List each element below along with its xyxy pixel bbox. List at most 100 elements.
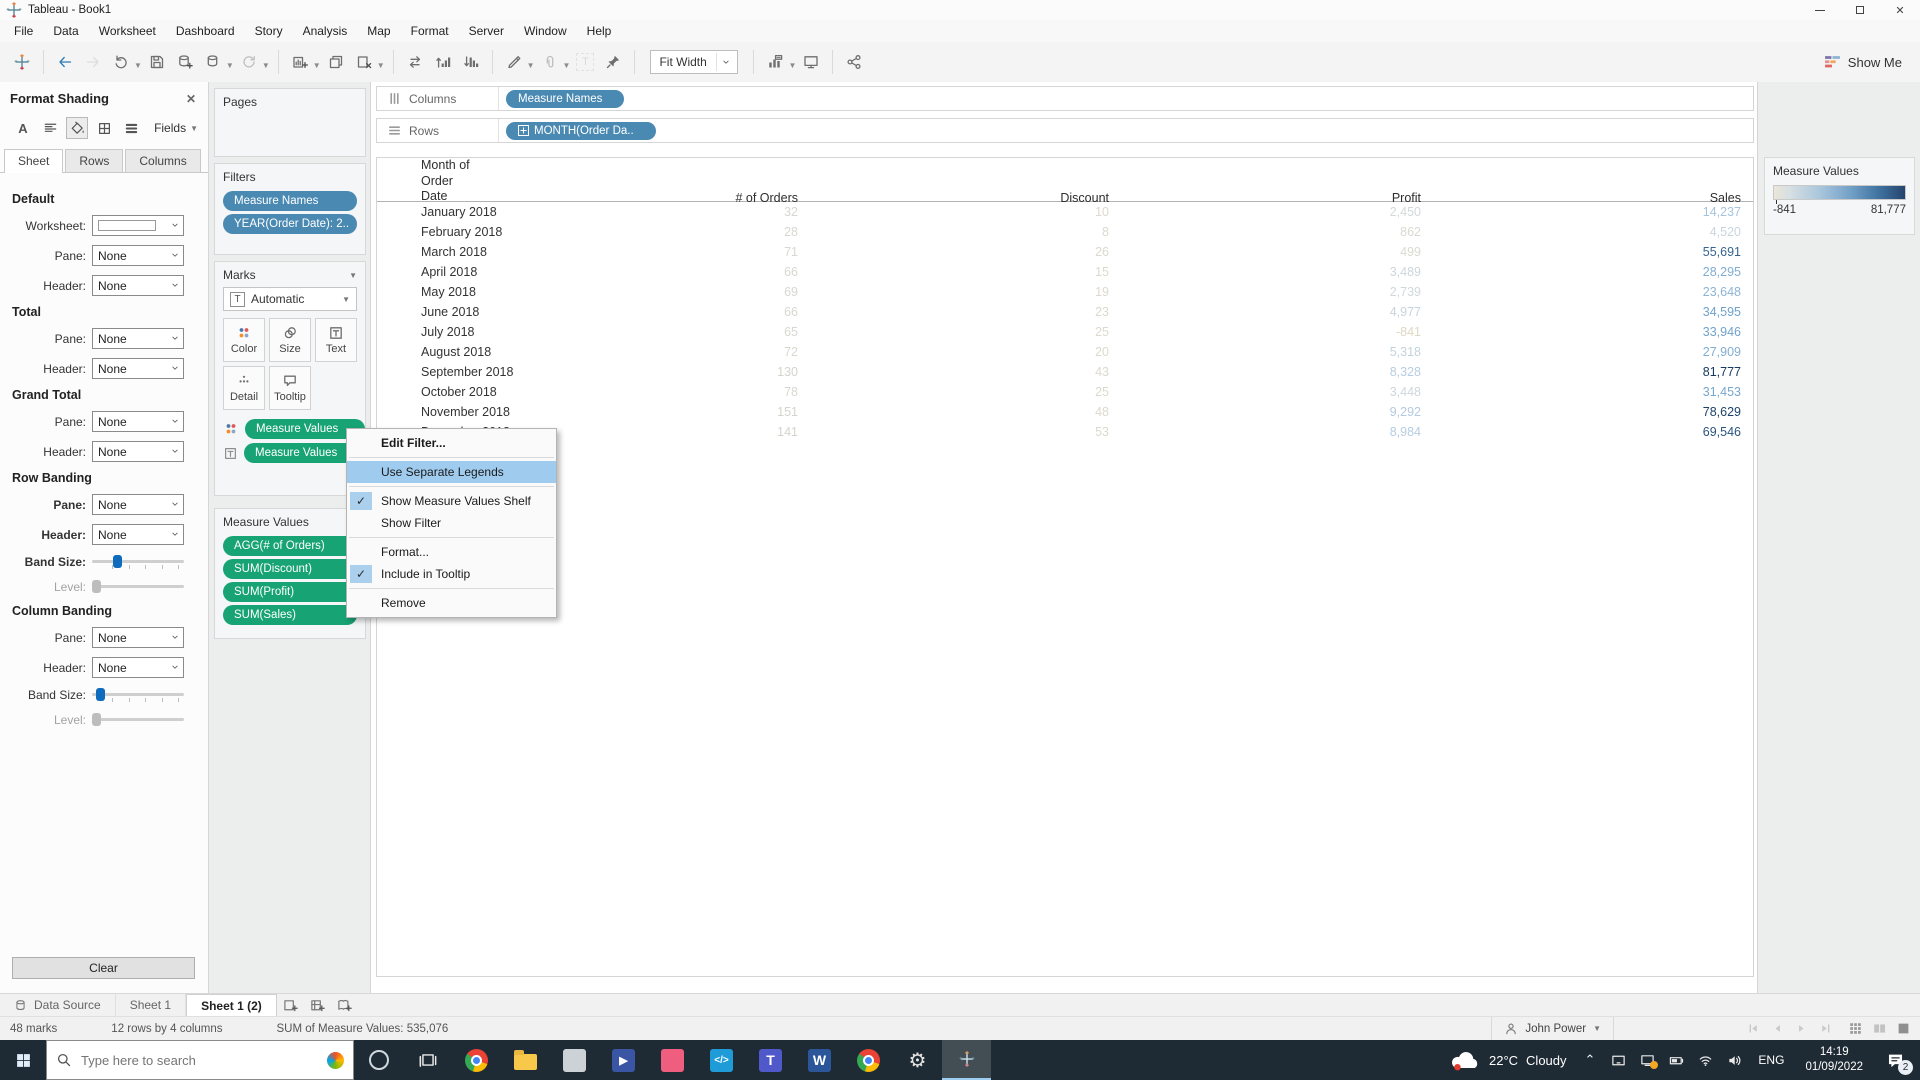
- table-cell[interactable]: 32: [667, 202, 798, 222]
- table-cell[interactable]: 78,629: [1421, 402, 1741, 422]
- table-cell[interactable]: 72: [667, 342, 798, 362]
- format-select[interactable]: None: [92, 411, 184, 432]
- user-menu[interactable]: John Power ▼: [1491, 1017, 1614, 1040]
- taskbar-app-tableau[interactable]: [942, 1040, 991, 1080]
- battery-icon[interactable]: [1667, 1051, 1685, 1069]
- sheet-tab-sheet-1-2-[interactable]: Sheet 1 (2): [186, 994, 277, 1016]
- table-cell[interactable]: 26: [798, 242, 1109, 262]
- table-cell[interactable]: 71: [667, 242, 798, 262]
- nav-first-button[interactable]: [1744, 1021, 1762, 1037]
- format-tab-rows[interactable]: Rows: [65, 149, 124, 172]
- format-select[interactable]: None: [92, 441, 184, 462]
- row-header-month[interactable]: October 2018: [377, 382, 667, 402]
- clear-button[interactable]: Clear: [12, 957, 195, 979]
- show-me-button[interactable]: Show Me: [1818, 50, 1908, 75]
- clear-sheet-button[interactable]: [352, 48, 376, 76]
- row-header-month[interactable]: August 2018: [377, 342, 667, 362]
- chevron-down-icon[interactable]: ▼: [349, 271, 357, 280]
- table-cell[interactable]: 862: [1109, 222, 1421, 242]
- table-cell[interactable]: 2,739: [1109, 282, 1421, 302]
- start-button[interactable]: [0, 1040, 46, 1080]
- close-icon[interactable]: ✕: [184, 92, 198, 106]
- refresh-data-button[interactable]: [201, 48, 225, 76]
- table-cell[interactable]: 66: [667, 262, 798, 282]
- menu-story[interactable]: Story: [245, 20, 293, 42]
- measure-values-legend[interactable]: Measure Values -841 81,777: [1764, 157, 1915, 235]
- minimize-button[interactable]: [1800, 0, 1840, 20]
- marks-button-size[interactable]: Size: [269, 318, 311, 362]
- table-cell[interactable]: 8,984: [1109, 422, 1421, 442]
- menu-dashboard[interactable]: Dashboard: [166, 20, 245, 42]
- taskbar-app-word[interactable]: W: [795, 1040, 844, 1080]
- table-cell[interactable]: 2,450: [1109, 202, 1421, 222]
- row-header-month[interactable]: March 2018: [377, 242, 667, 262]
- taskbar-app-photos[interactable]: [550, 1040, 599, 1080]
- row-header-month[interactable]: May 2018: [377, 282, 667, 302]
- table-cell[interactable]: 69,546: [1421, 422, 1741, 442]
- row-header-month[interactable]: November 2018: [377, 402, 667, 422]
- fields-dropdown[interactable]: Fields ▼: [154, 121, 198, 135]
- pages-card[interactable]: Pages: [214, 88, 366, 157]
- table-cell[interactable]: 20: [798, 342, 1109, 362]
- table-cell[interactable]: 10: [798, 202, 1109, 222]
- menu-analysis[interactable]: Analysis: [293, 20, 358, 42]
- filter-pill[interactable]: Measure Names: [223, 191, 357, 211]
- duplicate-button[interactable]: [324, 48, 348, 76]
- nav-last-button[interactable]: [1816, 1021, 1834, 1037]
- format-select[interactable]: None: [92, 328, 184, 349]
- table-cell[interactable]: 65: [667, 322, 798, 342]
- taskbar-app-file-explorer[interactable]: [501, 1040, 550, 1080]
- row-header-month[interactable]: September 2018: [377, 362, 667, 382]
- language-indicator[interactable]: ENG: [1754, 1053, 1788, 1067]
- format-tool-shading[interactable]: [66, 117, 88, 139]
- table-cell[interactable]: 34,595: [1421, 302, 1741, 322]
- hidden-icons-chevron[interactable]: ⌃: [1582, 1052, 1599, 1068]
- search-input[interactable]: [81, 1052, 318, 1068]
- cast-screen-icon[interactable]: [1638, 1051, 1659, 1069]
- redo-button[interactable]: [109, 48, 133, 76]
- marks-button-text[interactable]: Text: [315, 318, 357, 362]
- tableau-logo-button[interactable]: [10, 48, 34, 76]
- wifi-icon[interactable]: [1696, 1051, 1714, 1069]
- bandsize-slider[interactable]: [92, 687, 184, 703]
- menu-worksheet[interactable]: Worksheet: [89, 20, 166, 42]
- measure-pill[interactable]: SUM(Profit): [223, 582, 357, 602]
- taskbar-search[interactable]: [46, 1040, 354, 1080]
- menu-item-include-in-tooltip[interactable]: ✓ Include in Tooltip: [347, 563, 556, 585]
- add-data-button[interactable]: [173, 48, 197, 76]
- measure-pill[interactable]: SUM(Sales): [223, 605, 357, 625]
- filter-pill[interactable]: YEAR(Order Date): 2..: [223, 214, 357, 234]
- table-cell[interactable]: 141: [667, 422, 798, 442]
- taskbar-app-vscode[interactable]: </>: [697, 1040, 746, 1080]
- filters-card[interactable]: Filters Measure Names YEAR(Order Date): 2…: [214, 163, 366, 255]
- marks-card[interactable]: Marks ▼ T Automatic ▼ Color Size Text Detai…: [214, 261, 366, 496]
- table-cell[interactable]: 130: [667, 362, 798, 382]
- menu-item-format[interactable]: Format...: [347, 541, 556, 563]
- notification-center[interactable]: 2: [1880, 1047, 1913, 1075]
- table-cell[interactable]: 48: [798, 402, 1109, 422]
- format-select[interactable]: None: [92, 657, 184, 678]
- nav-next-button[interactable]: [1792, 1021, 1810, 1037]
- mark-labels-button[interactable]: [763, 48, 787, 76]
- new-worksheet-button[interactable]: [288, 48, 312, 76]
- measure-pill[interactable]: SUM(Discount): [223, 559, 357, 579]
- measure-values-card[interactable]: Measure Values AGG(# of Orders) SUM(Disco…: [214, 508, 366, 639]
- tablet-mode-icon[interactable]: [1609, 1051, 1627, 1069]
- format-select[interactable]: [92, 215, 184, 236]
- format-tab-sheet[interactable]: Sheet: [4, 149, 64, 173]
- clock[interactable]: 14:19 01/09/2022: [1799, 1045, 1869, 1075]
- format-tool-borders[interactable]: [93, 117, 115, 139]
- taskbar-app-settings[interactable]: ⚙: [893, 1040, 942, 1080]
- menu-window[interactable]: Window: [514, 20, 577, 42]
- table-cell[interactable]: 8,328: [1109, 362, 1421, 382]
- row-header-month[interactable]: January 2018: [377, 202, 667, 222]
- level-slider[interactable]: [92, 579, 184, 595]
- format-tool-alignment[interactable]: [39, 117, 61, 139]
- menu-data[interactable]: Data: [43, 20, 88, 42]
- fit-select[interactable]: Fit Width: [650, 50, 739, 74]
- sort-descending-button[interactable]: [459, 48, 483, 76]
- taskbar-app-browser[interactable]: [844, 1040, 893, 1080]
- sheet-tab-sheet-1[interactable]: Sheet 1: [116, 994, 187, 1016]
- weather-widget[interactable]: 22°C Cloudy: [1451, 1050, 1567, 1071]
- view-full-button[interactable]: [1894, 1021, 1912, 1037]
